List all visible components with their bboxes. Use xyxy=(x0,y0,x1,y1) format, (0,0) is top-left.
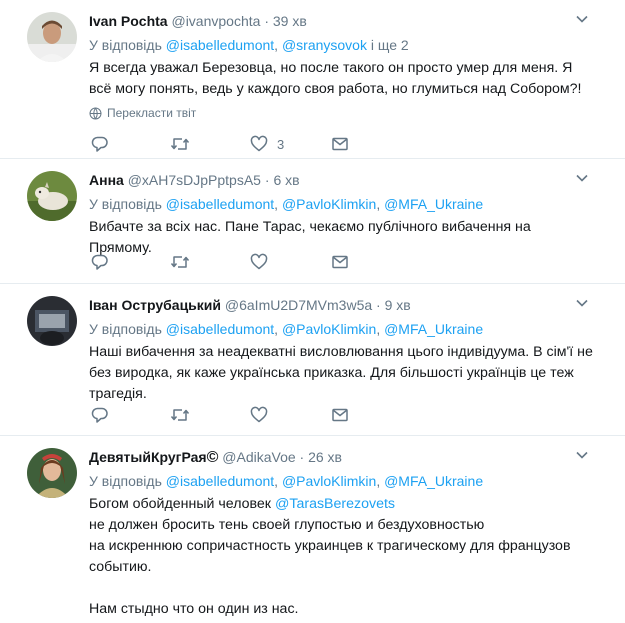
reply-context: У відповідь @isabelledumont, @sranysovok… xyxy=(89,37,409,53)
tweet-text: Наші вибачення за неадекватні висловлюва… xyxy=(89,344,593,402)
author-name[interactable]: Іван Острубацький xyxy=(89,297,221,313)
direct-message-button[interactable] xyxy=(331,134,349,154)
author-handle[interactable]: @ivanvpochta xyxy=(171,13,260,29)
translate-tweet-link[interactable]: Перекласти твіт xyxy=(89,106,196,120)
like-icon xyxy=(250,135,268,152)
reply-button[interactable] xyxy=(91,405,109,425)
reply-mention[interactable]: @isabelledumont xyxy=(166,321,274,337)
reply-mention[interactable]: @sranysovok xyxy=(282,37,367,53)
direct-message-button[interactable] xyxy=(331,405,349,425)
author-handle[interactable]: @xAH7sDJpPptpsA5 xyxy=(128,172,261,188)
chevron-down-icon[interactable] xyxy=(575,12,589,26)
direct-message-icon xyxy=(332,255,348,269)
avatar[interactable] xyxy=(27,12,77,62)
copyright-badge: © xyxy=(206,449,219,466)
retweet-icon xyxy=(170,256,190,268)
reply-mention[interactable]: @PavloKlimkin xyxy=(282,196,376,212)
tweet-header: Іван Острубацький @6aImU2D7MVm3w5a · 9 х… xyxy=(89,297,411,313)
tweet-text: Я всегда уважал Березовца, но после тако… xyxy=(89,60,582,97)
direct-message-button[interactable] xyxy=(331,252,349,272)
tweet-1: Ivan Pochta @ivanvpochta · 39 хв У відпо… xyxy=(0,0,625,158)
like-button[interactable]: 3 xyxy=(250,134,284,154)
reply-mention[interactable]: @MFA_Ukraine xyxy=(384,473,483,489)
author-name[interactable]: Ivan Pochta xyxy=(89,13,168,29)
author-name[interactable]: Анна xyxy=(89,172,124,188)
tweet-header: Ivan Pochta @ivanvpochta · 39 хв xyxy=(89,13,307,29)
retweet-button[interactable] xyxy=(170,252,190,272)
chevron-down-icon[interactable] xyxy=(575,296,589,310)
like-icon xyxy=(250,253,268,270)
direct-message-icon xyxy=(332,408,348,422)
reply-context: У відповідь @isabelledumont, @PavloKlimk… xyxy=(89,473,484,489)
reply-mention[interactable]: @isabelledumont xyxy=(166,37,274,53)
chevron-down-icon[interactable] xyxy=(575,448,589,462)
tweet-timestamp[interactable]: 6 хв xyxy=(273,172,299,188)
reply-mention[interactable]: @MFA_Ukraine xyxy=(384,196,483,212)
reply-mention[interactable]: @PavloKlimkin xyxy=(282,321,376,337)
author-handle[interactable]: @6aImU2D7MVm3w5a xyxy=(225,297,372,313)
tweet-header: ДевятыйКругРая© @AdikaVoe · 26 хв xyxy=(89,449,342,466)
tweet-3: Іван Острубацький @6aImU2D7MVm3w5a · 9 х… xyxy=(0,284,625,435)
like-icon xyxy=(250,406,268,423)
reply-icon xyxy=(91,407,108,423)
reply-mention[interactable]: @PavloKlimkin xyxy=(282,473,376,489)
retweet-button[interactable] xyxy=(170,134,190,154)
avatar[interactable] xyxy=(27,171,77,221)
globe-icon xyxy=(89,107,102,120)
like-count: 3 xyxy=(277,136,285,152)
body-mention[interactable]: @TarasBerezovets xyxy=(275,496,395,512)
reply-icon xyxy=(91,136,108,152)
retweet-icon xyxy=(170,409,190,421)
reply-button[interactable] xyxy=(91,252,109,272)
author-name[interactable]: ДевятыйКругРая xyxy=(89,449,207,465)
reply-mention[interactable]: @isabelledumont xyxy=(166,196,274,212)
tweet-timestamp[interactable]: 26 хв xyxy=(308,449,342,465)
tweet-4: ДевятыйКругРая© @AdikaVoe · 26 хв У відп… xyxy=(0,436,625,623)
author-handle[interactable]: @AdikaVoe xyxy=(222,449,295,465)
reply-context: У відповідь @isabelledumont, @PavloKlimk… xyxy=(89,321,484,337)
avatar[interactable] xyxy=(27,448,77,498)
retweet-icon xyxy=(170,138,190,150)
tweet-header: Анна @xAH7sDJpPptpsA5 · 6 хв xyxy=(89,172,300,188)
avatar[interactable] xyxy=(27,296,77,346)
reply-button[interactable] xyxy=(91,134,109,154)
tweet-timestamp[interactable]: 39 хв xyxy=(273,13,307,29)
like-button[interactable] xyxy=(250,252,268,272)
reply-context: У відповідь @isabelledumont, @PavloKlimk… xyxy=(89,196,484,212)
tweet-timestamp[interactable]: 9 хв xyxy=(385,297,411,313)
retweet-button[interactable] xyxy=(170,405,190,425)
direct-message-icon xyxy=(332,137,348,151)
reply-icon xyxy=(91,254,108,270)
tweet-2: Анна @xAH7sDJpPptpsA5 · 6 хв У відповідь… xyxy=(0,159,625,283)
chevron-down-icon[interactable] xyxy=(575,171,589,185)
tweet-text: Богом обойденный человек @TarasBerezovet… xyxy=(89,496,571,617)
reply-mention[interactable]: @MFA_Ukraine xyxy=(384,321,483,337)
reply-mention[interactable]: @isabelledumont xyxy=(166,473,274,489)
like-button[interactable] xyxy=(250,405,268,425)
